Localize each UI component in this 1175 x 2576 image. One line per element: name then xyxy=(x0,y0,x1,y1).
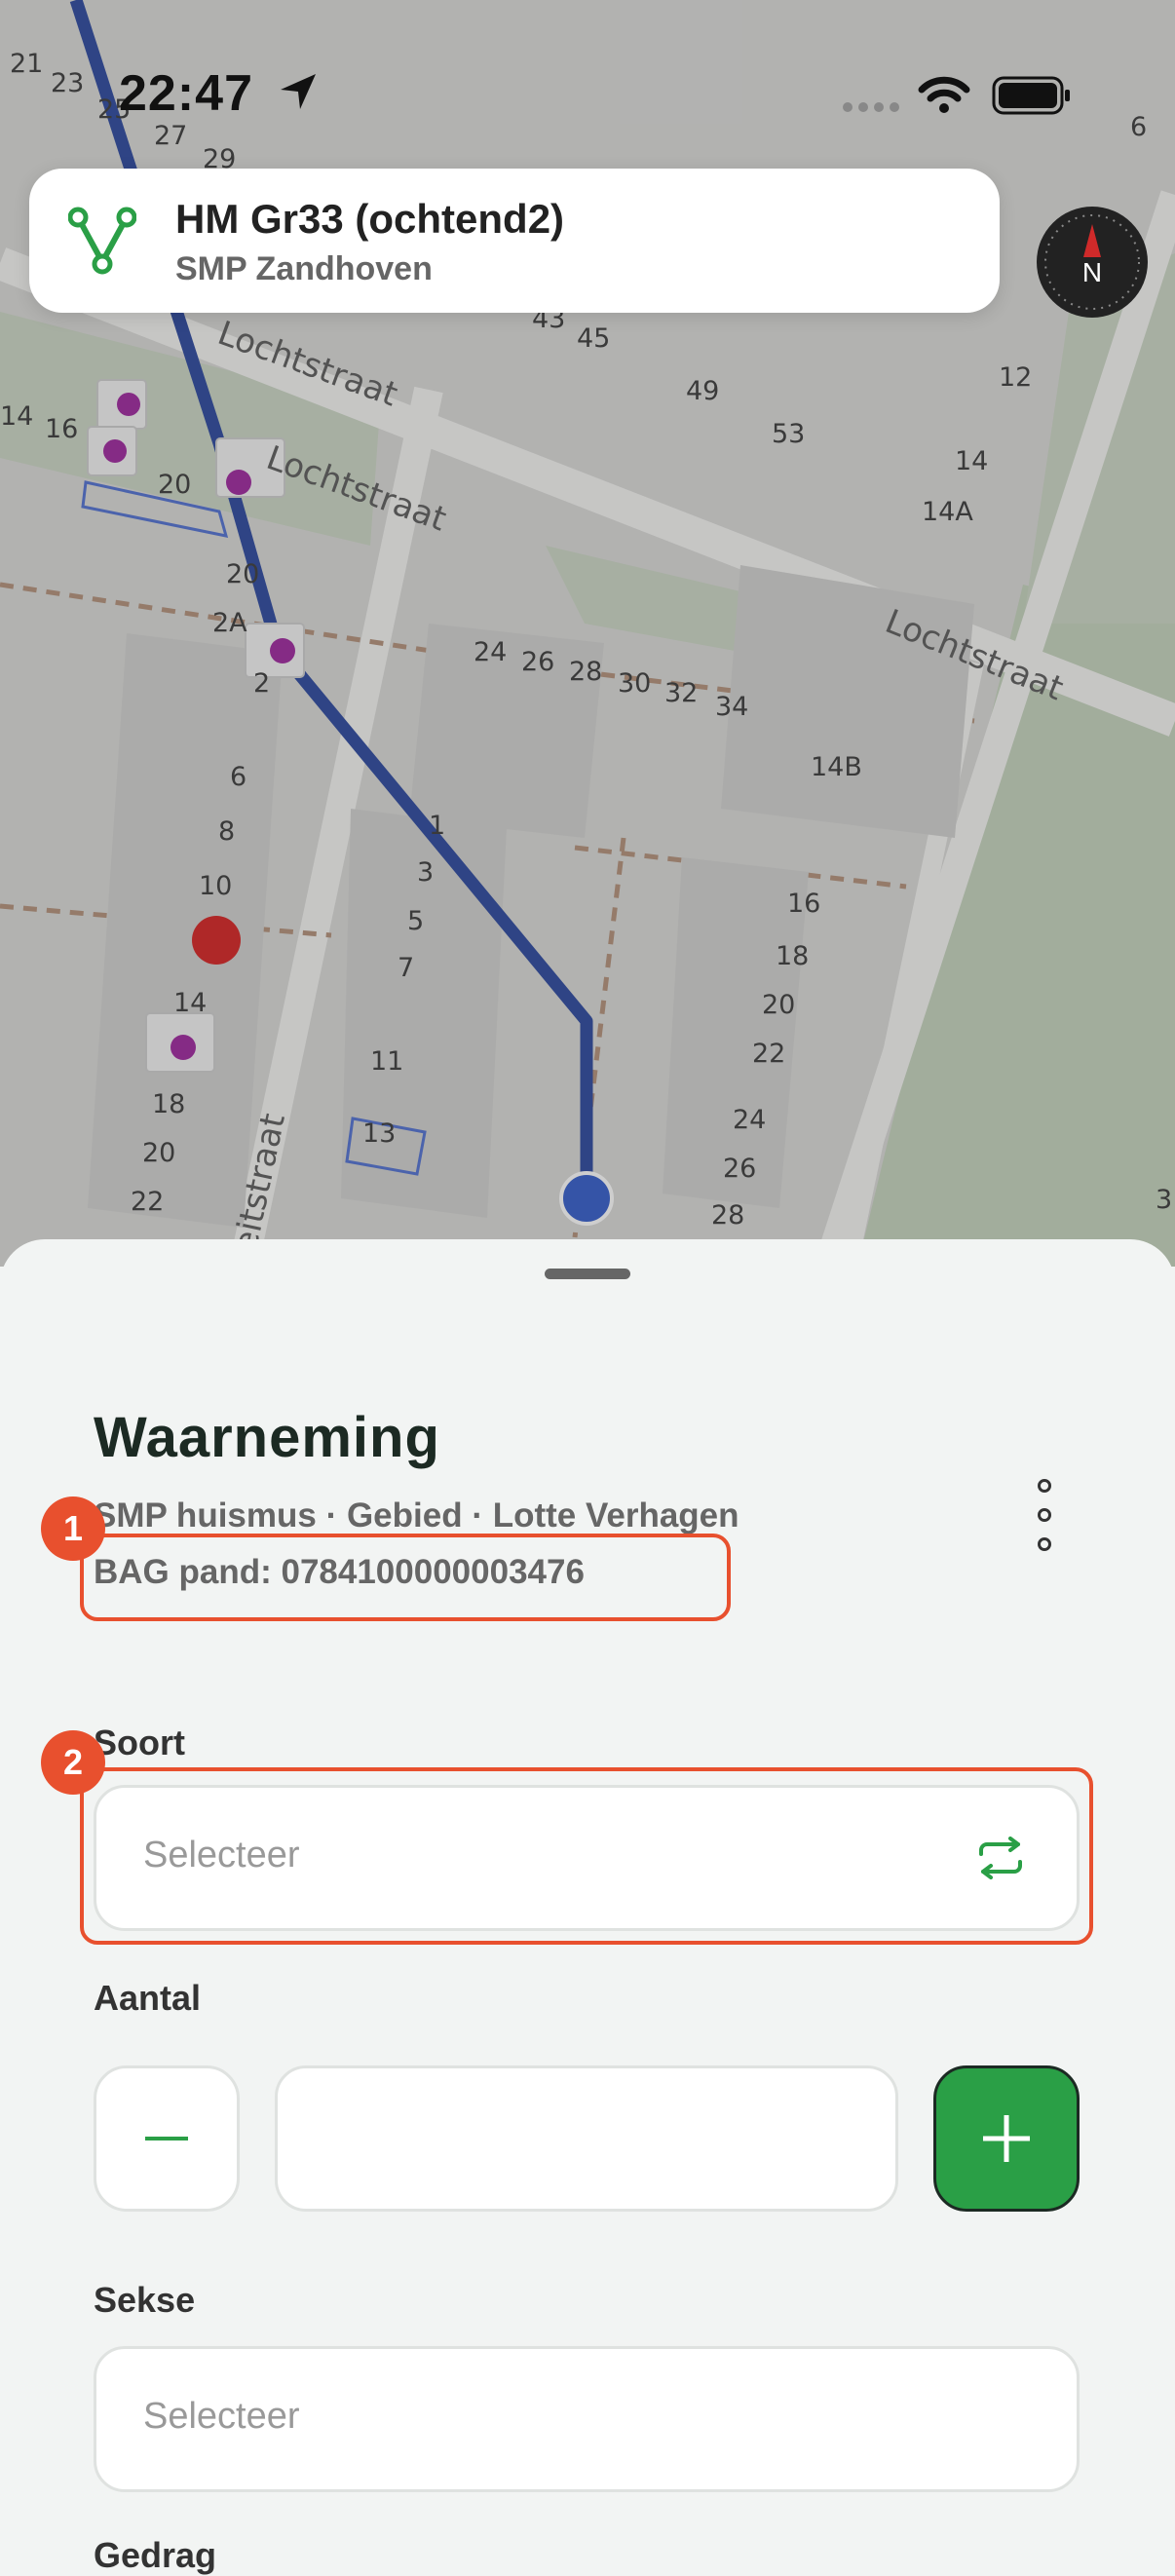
status-time: 22:47 xyxy=(119,65,253,122)
wifi-icon xyxy=(918,76,970,113)
annotation-highlight-1 xyxy=(80,1534,731,1621)
annotation-badge-1: 1 xyxy=(41,1496,105,1561)
annotation-badge-2: 2 xyxy=(41,1730,105,1795)
more-dots-icon xyxy=(1038,1479,1051,1493)
sekse-placeholder: Selecteer xyxy=(143,2396,300,2437)
route-icon xyxy=(68,207,136,275)
soort-label: Soort xyxy=(94,1723,185,1762)
increment-button[interactable] xyxy=(933,2065,1080,2212)
gedrag-label: Gedrag xyxy=(94,2535,217,2575)
plus-icon xyxy=(983,2115,1030,2162)
observation-meta: SMP huismus · Gebied · Lotte Verhagen xyxy=(94,1496,739,1534)
sheet-drag-handle[interactable] xyxy=(545,1269,630,1279)
sekse-select[interactable]: Selecteer xyxy=(94,2346,1080,2492)
route-card[interactable]: HM Gr33 (ochtend2) SMP Zandhoven xyxy=(29,169,1000,313)
aantal-label: Aantal xyxy=(94,1978,202,2018)
compass-letter: N xyxy=(1081,257,1103,287)
route-title: HM Gr33 (ochtend2) xyxy=(175,196,565,242)
decrement-button[interactable] xyxy=(94,2065,240,2212)
sekse-label: Sekse xyxy=(94,2280,196,2320)
observation-sheet: Waarneming SMP huismus · Gebied · Lotte … xyxy=(0,1239,1175,2575)
more-dots-icon xyxy=(1038,1537,1051,1551)
route-subtitle: SMP Zandhoven xyxy=(175,250,433,287)
signal-dots-icon xyxy=(843,102,899,112)
status-bar: 22:47 xyxy=(0,60,1175,129)
annotation-highlight-2 xyxy=(80,1767,1093,1945)
sheet-title: Waarneming xyxy=(94,1406,440,1469)
compass-button[interactable]: N xyxy=(1037,207,1148,318)
minus-icon xyxy=(145,2137,188,2140)
battery-icon xyxy=(992,76,1070,115)
aantal-input[interactable] xyxy=(275,2065,898,2212)
location-arrow-icon xyxy=(281,74,316,109)
more-dots-icon xyxy=(1038,1508,1051,1522)
more-options-button[interactable] xyxy=(1025,1471,1064,1559)
